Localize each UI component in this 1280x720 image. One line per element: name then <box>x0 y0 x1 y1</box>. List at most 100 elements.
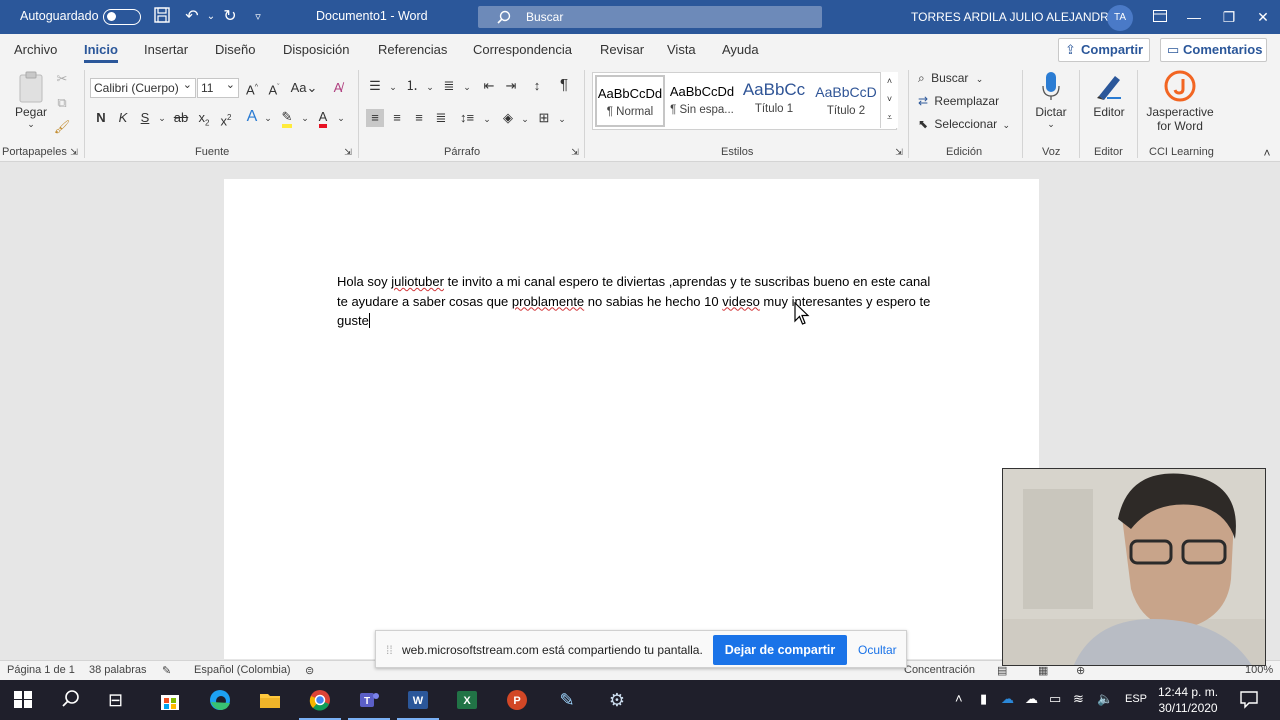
sort-icon[interactable]: ↕ <box>528 77 546 95</box>
edge-icon[interactable] <box>208 688 232 712</box>
style-no-spacing[interactable]: AaBbCcDd ¶ Sin espa... <box>667 75 737 127</box>
borders-icon[interactable]: ⊞ <box>535 109 553 127</box>
document-body[interactable]: Hola soy juliotuber te invito a mi canal… <box>337 272 937 331</box>
avatar[interactable]: TA <box>1107 5 1133 31</box>
tab-correspondencia[interactable]: Correspondencia <box>473 42 572 57</box>
font-size-select[interactable]: 11 <box>197 78 239 98</box>
input-language[interactable]: ESP <box>1125 693 1147 705</box>
tab-disposicion[interactable]: Disposición <box>283 42 349 57</box>
shrink-font-icon[interactable]: Aˇ <box>265 79 283 97</box>
autosave-toggle[interactable] <box>103 9 141 25</box>
task-view-icon[interactable]: ⊟ <box>108 688 132 712</box>
editor-button[interactable]: Editor <box>1088 70 1130 119</box>
borders-dropdown-icon[interactable]: ⌄ <box>553 110 571 128</box>
strikethrough-icon[interactable]: ab <box>172 109 190 127</box>
shading-dropdown-icon[interactable]: ⌄ <box>516 110 534 128</box>
restore-icon[interactable]: ❐ <box>1218 6 1240 28</box>
tab-referencias[interactable]: Referencias <box>378 42 447 57</box>
font-launcher-icon[interactable]: ⇲ <box>342 146 354 158</box>
misspelled-word[interactable]: problamente <box>512 294 584 309</box>
underline-button[interactable]: S <box>136 109 154 127</box>
app-icon-tool[interactable]: ⚙ <box>605 688 629 712</box>
align-right-icon[interactable]: ≡ <box>410 109 428 127</box>
styles-scroll-icon[interactable]: ˄ ˅ ⩡ <box>880 72 898 128</box>
highlight-dropdown-icon[interactable]: ⌄ <box>296 109 314 127</box>
bullets-dropdown-icon[interactable]: ⌄ <box>384 78 402 96</box>
show-marks-icon[interactable]: ¶ <box>555 76 573 94</box>
replace-button[interactable]: ⇄ Reemplazar <box>918 94 999 108</box>
file-explorer-icon[interactable] <box>258 688 282 712</box>
tab-vista[interactable]: Vista <box>667 42 696 57</box>
close-icon[interactable]: ✕ <box>1252 6 1274 28</box>
decrease-indent-icon[interactable]: ⇤ <box>480 77 498 95</box>
clock[interactable]: 12:44 p. m. 30/11/2020 <box>1158 684 1218 716</box>
align-left-icon[interactable]: ≡ <box>366 109 384 127</box>
app-icon-paint[interactable]: ✎ <box>555 688 579 712</box>
usb-icon[interactable]: ▮ <box>980 691 987 707</box>
customize-qat-icon[interactable]: ▿ <box>247 6 269 28</box>
shading-icon[interactable]: ◈ <box>499 109 517 127</box>
bullets-icon[interactable]: ☰ <box>366 77 384 95</box>
paragraph-launcher-icon[interactable]: ⇲ <box>569 146 581 158</box>
tab-ayuda[interactable]: Ayuda <box>722 42 759 57</box>
battery-icon[interactable]: ▭ <box>1049 691 1061 707</box>
align-center-icon[interactable]: ≡ <box>388 109 406 127</box>
page-count[interactable]: Página 1 de 1 <box>7 664 75 676</box>
teams-icon[interactable]: T <box>348 688 390 720</box>
ribbon-display-icon[interactable] <box>1149 6 1171 28</box>
italic-button[interactable]: K <box>114 109 132 127</box>
jasperactive-button[interactable]: Jasperactive for Word <box>1143 70 1217 133</box>
highlight-icon[interactable]: ✎ <box>278 108 296 128</box>
search-taskbar-icon[interactable] <box>60 688 84 712</box>
tab-revisar[interactable]: Revisar <box>600 42 644 57</box>
powerpoint-icon[interactable]: P <box>505 688 529 712</box>
tab-diseno[interactable]: Diseño <box>215 42 255 57</box>
copy-icon[interactable]: ⧉ <box>53 94 71 112</box>
line-spacing-icon[interactable]: ↕≡ <box>458 109 476 127</box>
volume-icon[interactable]: 🔈 <box>1097 691 1113 707</box>
notifications-icon[interactable] <box>1238 688 1262 712</box>
increase-indent-icon[interactable]: ⇥ <box>502 77 520 95</box>
select-button[interactable]: ⬉ Seleccionar ⌄ <box>918 117 1010 131</box>
find-button[interactable]: ⌕ Buscar ⌄ <box>918 71 983 86</box>
justify-icon[interactable]: ≣ <box>432 109 450 127</box>
drag-handle-icon[interactable]: ⁞⁞ <box>386 643 393 657</box>
excel-icon[interactable]: X <box>455 688 479 712</box>
accessibility-icon[interactable]: ⊜ <box>305 664 314 677</box>
stop-sharing-button[interactable]: Dejar de compartir <box>713 635 847 665</box>
cloud-icon[interactable]: ☁ <box>1025 691 1038 707</box>
cut-icon[interactable]: ✂ <box>53 70 71 88</box>
text-effects-dropdown-icon[interactable]: ⌄ <box>259 109 277 127</box>
numbering-dropdown-icon[interactable]: ⌄ <box>421 78 439 96</box>
minimize-icon[interactable]: — <box>1183 6 1205 28</box>
collapse-ribbon-icon[interactable]: ˄ <box>1258 144 1276 162</box>
redo-icon[interactable]: ↻ <box>219 6 241 28</box>
language[interactable]: Español (Colombia) <box>194 664 291 676</box>
user-name[interactable]: TORRES ARDILA JULIO ALEJANDRO <box>911 10 1118 24</box>
tab-insertar[interactable]: Insertar <box>144 42 188 57</box>
multilevel-list-icon[interactable]: ≣ <box>440 77 458 95</box>
style-heading-1[interactable]: AaBbCc Título 1 <box>739 75 809 127</box>
clear-format-icon[interactable]: A̸ <box>329 79 347 97</box>
subscript-icon[interactable]: x2 <box>195 109 213 128</box>
document-page[interactable] <box>224 179 1039 659</box>
underline-dropdown-icon[interactable]: ⌄ <box>153 109 171 127</box>
line-spacing-dropdown-icon[interactable]: ⌄ <box>478 110 496 128</box>
change-case-icon[interactable]: Aa⌄ <box>290 79 318 97</box>
tab-inicio[interactable]: Inicio <box>84 42 118 63</box>
superscript-icon[interactable]: x2 <box>217 109 235 128</box>
comments-button[interactable]: Comentarios <box>1160 38 1267 62</box>
styles-launcher-icon[interactable]: ⇲ <box>893 146 905 158</box>
start-icon[interactable] <box>12 688 36 712</box>
show-hidden-icons-icon[interactable]: ˄ <box>955 691 963 706</box>
dictate-button[interactable]: Dictar ⌄ <box>1030 70 1072 130</box>
misspelled-word[interactable]: videso <box>722 294 760 309</box>
wifi-icon[interactable]: ≋ <box>1073 691 1084 707</box>
tab-archivo[interactable]: Archivo <box>14 42 57 57</box>
multilevel-dropdown-icon[interactable]: ⌄ <box>458 78 476 96</box>
numbering-icon[interactable]: ⒈ <box>403 77 421 95</box>
hide-button[interactable]: Ocultar <box>858 643 897 657</box>
store-icon[interactable] <box>158 688 182 712</box>
font-color-icon[interactable]: A <box>314 108 332 128</box>
misspelled-word[interactable]: juliotuber <box>391 274 444 289</box>
